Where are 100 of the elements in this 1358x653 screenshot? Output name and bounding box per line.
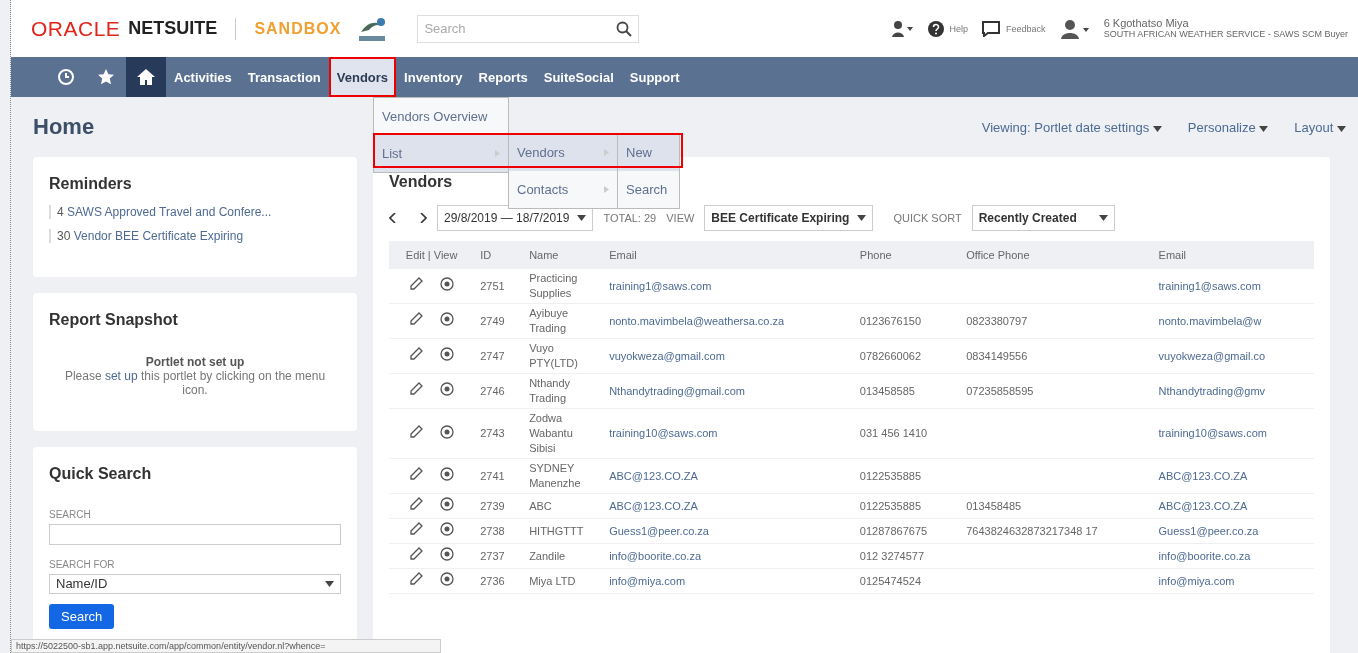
table-cell: 2741 bbox=[474, 458, 524, 494]
help-link[interactable]: Help bbox=[949, 23, 969, 34]
next-icon[interactable] bbox=[419, 213, 427, 223]
nav-tab[interactable]: Vendors bbox=[328, 57, 397, 97]
email-link[interactable]: vuyokweza@gmail.co bbox=[1152, 338, 1314, 374]
edit-pencil-icon[interactable] bbox=[408, 312, 423, 326]
email-link[interactable]: training1@saws.com bbox=[603, 269, 854, 304]
search-button[interactable]: Search bbox=[49, 604, 115, 629]
setup-link[interactable]: set up bbox=[104, 369, 138, 383]
feedback-icon[interactable] bbox=[982, 20, 1001, 37]
email-link[interactable]: info@boorite.co.za bbox=[1152, 543, 1314, 569]
card-title: Vendors bbox=[389, 173, 453, 190]
table-cell: 2749 bbox=[474, 303, 524, 339]
search-for-select[interactable]: Name/ID bbox=[49, 573, 341, 594]
quick-sort-select[interactable]: Recently Created bbox=[971, 205, 1115, 231]
total-count: TOTAL: 29 bbox=[603, 212, 657, 224]
nav-tab[interactable]: Transaction bbox=[239, 57, 329, 97]
card-title: Quick Search bbox=[49, 465, 153, 483]
email-link[interactable]: training10@saws.com bbox=[1152, 408, 1314, 459]
table-cell: 0823380797 bbox=[960, 303, 1153, 339]
nav-tab[interactable]: Reports bbox=[470, 57, 536, 97]
edit-pencil-icon[interactable] bbox=[408, 424, 423, 439]
table-cell: 0123676150 bbox=[853, 303, 961, 339]
nav-tab[interactable]: Inventory bbox=[396, 57, 471, 97]
search-input[interactable] bbox=[49, 524, 341, 545]
email-link[interactable]: Guess1@peer.co.za bbox=[1152, 518, 1314, 544]
table-cell: 0122535885 bbox=[853, 458, 961, 494]
menu-item[interactable]: Vendors Overview bbox=[374, 98, 508, 135]
oracle-logo: ORACLE bbox=[31, 16, 121, 41]
email-link[interactable]: ABC@123.CO.ZA bbox=[603, 493, 854, 519]
view-select[interactable]: BEE Certificate Expiring bbox=[704, 205, 874, 231]
edit-pencil-icon[interactable] bbox=[408, 347, 423, 361]
edit-pencil-icon[interactable] bbox=[408, 547, 423, 561]
dropdown-link[interactable]: Viewing: Portlet date settings bbox=[981, 119, 1162, 135]
table-cell: 013458485 bbox=[960, 493, 1153, 519]
dropdown-link[interactable]: Layout bbox=[1294, 119, 1346, 135]
email-link[interactable]: ABC@123.CO.ZA bbox=[1152, 493, 1314, 519]
email-link[interactable]: info@miya.com bbox=[603, 568, 854, 594]
reminder-link[interactable]: 30 Vendor BEE Certificate Expiring bbox=[49, 229, 341, 243]
table-cell: 2737 bbox=[474, 543, 524, 569]
table-cell: Nthandy Trading bbox=[523, 373, 604, 409]
feedback-link[interactable]: Feedback bbox=[1006, 23, 1046, 34]
table-cell: 2738 bbox=[474, 518, 524, 544]
caret-icon bbox=[325, 580, 334, 587]
caret-icon bbox=[577, 215, 587, 221]
email-link[interactable]: info@miya.com bbox=[1152, 568, 1314, 594]
view-eye-icon[interactable] bbox=[438, 424, 455, 439]
menu-item[interactable]: List bbox=[374, 135, 508, 172]
view-eye-icon[interactable] bbox=[438, 497, 455, 511]
home-icon[interactable] bbox=[126, 57, 166, 97]
dropdown-link[interactable]: Personalize bbox=[1187, 119, 1269, 135]
edit-pencil-icon[interactable] bbox=[408, 277, 423, 291]
edit-pencil-icon[interactable] bbox=[408, 467, 423, 481]
email-link[interactable]: training1@saws.com bbox=[1152, 269, 1314, 304]
previous-icon[interactable] bbox=[389, 213, 397, 223]
view-eye-icon[interactable] bbox=[438, 522, 455, 536]
edit-pencil-icon[interactable] bbox=[408, 572, 423, 586]
email-link[interactable]: Nthandytrading@gmail.com bbox=[603, 373, 854, 409]
table-cell: 0122535885 bbox=[853, 493, 961, 519]
field-label: SEARCH bbox=[49, 509, 92, 520]
view-eye-icon[interactable] bbox=[438, 312, 455, 326]
menu-item[interactable]: Contacts bbox=[509, 171, 617, 208]
email-link[interactable]: Guess1@peer.co.za bbox=[603, 518, 854, 544]
nav-tab[interactable]: Activities bbox=[166, 57, 240, 97]
view-eye-icon[interactable] bbox=[438, 547, 455, 561]
card-title: Report Snapshot bbox=[49, 311, 179, 329]
date-range-select[interactable]: 29/8/2019 — 18/7/2019 bbox=[437, 205, 594, 231]
user-role: SOUTH AFRICAN WEATHER SERVICE - SAWS SCM Buyer bbox=[1103, 28, 1348, 40]
caret-icon bbox=[1337, 125, 1346, 132]
email-link[interactable]: info@boorite.co.za bbox=[603, 543, 854, 569]
view-eye-icon[interactable] bbox=[438, 572, 455, 586]
email-link[interactable]: nonto.mavimbela@w bbox=[1152, 303, 1314, 339]
email-link[interactable]: ABC@123.CO.ZA bbox=[1152, 458, 1314, 494]
table-cell: 2747 bbox=[474, 338, 524, 374]
environment-label: SANDBOX bbox=[254, 19, 342, 38]
card-title: Reminders bbox=[49, 175, 133, 193]
edit-pencil-icon[interactable] bbox=[408, 522, 423, 536]
email-link[interactable]: Nthandytrading@gmv bbox=[1152, 373, 1314, 409]
people-icon[interactable] bbox=[889, 19, 914, 38]
menu-item[interactable]: Search bbox=[618, 171, 679, 208]
email-link[interactable]: vuyokweza@gmail.com bbox=[603, 338, 854, 374]
view-eye-icon[interactable] bbox=[438, 347, 455, 361]
table-cell: Practicing Supplies bbox=[523, 269, 604, 304]
email-link[interactable]: ABC@123.CO.ZA bbox=[603, 458, 854, 494]
portlet-message: Portlet not set up Please set up this portlet by clicking on the menu icon. bbox=[63, 355, 327, 397]
column-header: Office Phone bbox=[960, 241, 1153, 269]
view-eye-icon[interactable] bbox=[438, 382, 455, 396]
table-cell: SYDNEY Manenzhe bbox=[523, 458, 604, 494]
reminder-link[interactable]: 4 SAWS Approved Travel and Confere... bbox=[49, 205, 341, 219]
user-avatar-icon[interactable] bbox=[1059, 18, 1090, 39]
edit-pencil-icon[interactable] bbox=[408, 497, 423, 511]
view-eye-icon[interactable] bbox=[438, 277, 455, 291]
help-icon[interactable] bbox=[927, 20, 944, 37]
edit-pencil-icon[interactable] bbox=[408, 382, 423, 396]
email-link[interactable]: training10@saws.com bbox=[603, 408, 854, 459]
email-link[interactable]: nonto.mavimbela@weathersa.co.za bbox=[603, 303, 854, 339]
table-cell: 031 456 1410 bbox=[853, 408, 961, 459]
nav-tab[interactable]: SuiteSocial bbox=[535, 57, 622, 97]
nav-tab[interactable]: Support bbox=[621, 57, 688, 97]
view-eye-icon[interactable] bbox=[438, 467, 455, 481]
